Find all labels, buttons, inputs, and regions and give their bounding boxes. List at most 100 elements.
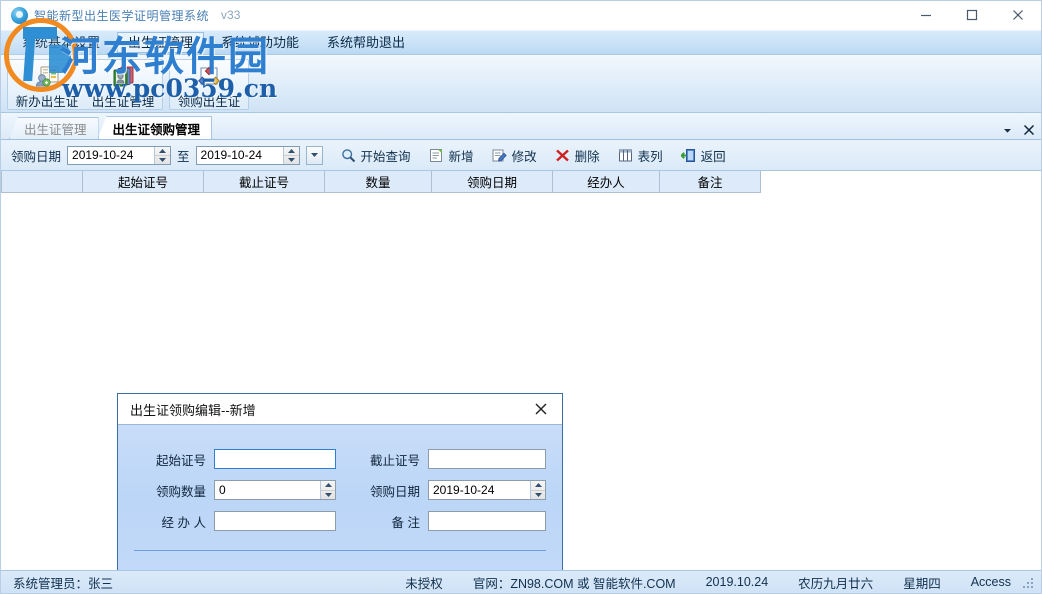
date-to-input[interactable]	[197, 147, 283, 164]
tab-certificate-management[interactable]: 出生证管理	[9, 117, 99, 139]
menu-bar: 系统基本设置 出生证管理 系统辅助功能 系统帮助退出	[1, 30, 1041, 55]
purchase-date-field-label: 领购日期	[348, 481, 420, 500]
status-date: 2019.10.24	[706, 575, 769, 589]
columns-label: 表列	[638, 146, 663, 165]
certificate-cards-icon	[110, 65, 136, 89]
close-icon[interactable]	[1023, 124, 1035, 136]
add-record-label: 新增	[449, 146, 474, 165]
grid-col-remark[interactable]: 备注	[660, 171, 761, 193]
purchase-date-spin-down[interactable]	[531, 491, 545, 500]
status-bar: 系统管理员：张三 未授权 官网：ZN98.COM 或 智能软件.COM 2019…	[1, 570, 1041, 593]
toolbar-button-certificate-management[interactable]: 出生证管理	[85, 61, 161, 108]
window-resize-grip[interactable]	[1021, 576, 1033, 588]
tab-certificate-management-label: 出生证管理	[24, 119, 87, 138]
date-from-spin-buttons[interactable]	[154, 147, 170, 164]
purchase-date-input[interactable]	[429, 481, 530, 499]
columns-button[interactable]: 表列	[618, 146, 663, 165]
grid-col-start-no[interactable]: 起始证号	[83, 171, 204, 193]
date-range-separator-label: 至	[177, 146, 190, 165]
quantity-input[interactable]	[215, 481, 320, 499]
quantity-spin-up[interactable]	[321, 481, 335, 491]
edit-record-icon	[492, 147, 508, 163]
dialog-body: 起始证号 截止证号 领购数量	[118, 425, 562, 570]
new-certificate-icon	[34, 65, 60, 89]
handler-label: 经 办 人	[134, 512, 206, 531]
purchase-date-spin-buttons[interactable]	[530, 481, 545, 499]
start-no-field[interactable]	[214, 449, 336, 469]
menu-item-help-exit[interactable]: 系统帮助退出	[316, 32, 416, 53]
handler-input[interactable]	[215, 514, 335, 528]
edit-record-button[interactable]: 修改	[492, 146, 537, 165]
form-row-quantity-date: 领购数量 领购日期	[134, 480, 546, 500]
records-grid-area: 起始证号 截止证号 数量 领购日期 经办人 备注 出生证领购编辑--新增	[1, 171, 1041, 570]
purchase-date-spin-up[interactable]	[531, 481, 545, 491]
date-to-spin-buttons[interactable]	[283, 147, 299, 164]
date-to-spin-down[interactable]	[284, 156, 299, 164]
date-to-spinner[interactable]	[196, 146, 300, 165]
menu-item-auxiliary-functions[interactable]: 系统辅助功能	[210, 32, 310, 53]
return-button[interactable]: 返回	[681, 146, 726, 165]
tab-purchase-management[interactable]: 出生证领购管理	[98, 116, 213, 139]
tab-strip: 出生证管理 出生证领购管理	[1, 113, 1041, 140]
purchase-date-label: 领购日期	[11, 146, 61, 165]
grid-col-end-no[interactable]: 截止证号	[204, 171, 325, 193]
remark-label: 备 注	[348, 512, 420, 531]
filter-toolbar: 领购日期 至 开始查询	[1, 140, 1041, 171]
return-label: 返回	[701, 146, 726, 165]
start-query-button[interactable]: 开始查询	[341, 146, 411, 165]
chevron-down-icon[interactable]	[1002, 125, 1013, 136]
add-record-button[interactable]: 新增	[429, 146, 474, 165]
end-no-label: 截止证号	[348, 450, 420, 469]
purchase-date-field[interactable]	[428, 480, 546, 500]
dialog-close-button[interactable]	[528, 397, 554, 421]
status-weekday: 星期四	[903, 573, 941, 592]
remark-input[interactable]	[429, 514, 545, 528]
toolbar-button-new-certificate[interactable]: 新办出生证	[9, 61, 85, 108]
tab-strip-controls	[1002, 124, 1035, 136]
maximize-button[interactable]	[949, 1, 995, 29]
app-logo-icon	[11, 7, 28, 24]
start-no-label: 起始证号	[134, 450, 206, 469]
toolbar-group-certificates: 新办出生证 出生证管理	[7, 59, 163, 110]
start-query-label: 开始查询	[361, 146, 411, 165]
status-database: Access	[971, 575, 1011, 589]
minimize-button[interactable]	[903, 1, 949, 29]
search-icon	[341, 147, 357, 163]
status-website: 官网：ZN98.COM 或 智能软件.COM	[473, 573, 676, 592]
menu-item-system-settings[interactable]: 系统基本设置	[11, 32, 111, 53]
end-no-field[interactable]	[428, 449, 546, 469]
handler-field[interactable]	[214, 511, 336, 531]
add-record-icon	[429, 147, 445, 163]
status-user: 系统管理员：张三	[13, 573, 113, 592]
date-from-spin-down[interactable]	[155, 156, 170, 164]
date-from-spinner[interactable]	[67, 146, 171, 165]
status-license: 未授权	[405, 573, 443, 592]
dialog-separator	[134, 550, 546, 551]
grid-col-date[interactable]: 领购日期	[432, 171, 553, 193]
window-title: 智能新型出生医学证明管理系统	[34, 7, 209, 24]
quantity-field[interactable]	[214, 480, 336, 500]
grid-header-row: 起始证号 截止证号 数量 领购日期 经办人 备注	[2, 171, 761, 193]
records-grid: 起始证号 截止证号 数量 领购日期 经办人 备注	[1, 171, 761, 193]
grid-col-handler[interactable]: 经办人	[553, 171, 660, 193]
delete-record-button[interactable]: 删除	[555, 146, 600, 165]
grid-col-quantity[interactable]: 数量	[325, 171, 432, 193]
end-no-input[interactable]	[429, 452, 545, 466]
exit-door-icon	[681, 147, 697, 163]
date-from-spin-up[interactable]	[155, 147, 170, 156]
form-row-handler-remark: 经 办 人 备 注	[134, 511, 546, 531]
date-from-input[interactable]	[68, 147, 154, 164]
remark-field[interactable]	[428, 511, 546, 531]
date-to-spin-up[interactable]	[284, 147, 299, 156]
status-lunar-date: 农历九月廿六	[798, 573, 873, 592]
purchase-certificate-icon	[196, 65, 222, 89]
date-preset-dropdown-button[interactable]	[306, 146, 323, 165]
quantity-spin-down[interactable]	[321, 491, 335, 500]
close-button[interactable]	[995, 1, 1041, 29]
quantity-spin-buttons[interactable]	[320, 481, 335, 499]
start-no-input[interactable]	[215, 452, 335, 466]
toolbar-button-purchase-certificate[interactable]: 领购出生证	[171, 61, 247, 108]
grid-col-selector[interactable]	[2, 171, 83, 193]
menu-item-certificate-management[interactable]: 出生证管理	[117, 32, 204, 53]
tab-purchase-management-label: 出生证领购管理	[113, 119, 201, 138]
